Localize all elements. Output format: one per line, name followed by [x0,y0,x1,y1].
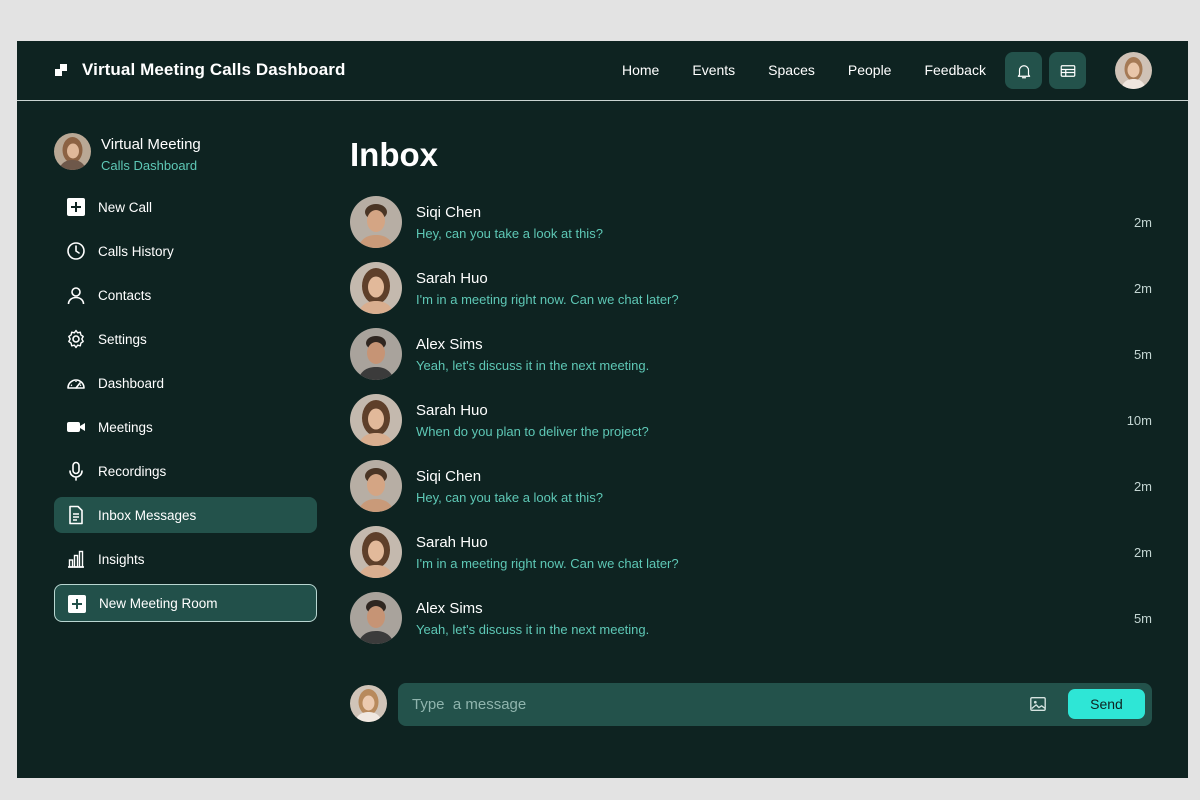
app-window: Virtual Meeting Calls Dashboard Home Eve… [17,41,1188,778]
sidebar-item-new-call[interactable]: New Call [54,189,317,225]
sidebar-item-meetings[interactable]: Meetings [54,409,317,445]
sidebar-item-label: Recordings [98,463,167,479]
user-avatar[interactable] [1115,52,1152,89]
list-item[interactable]: Sarah Huo When do you plan to deliver th… [350,394,1152,446]
sidebar-profile-name: Virtual Meeting [101,136,201,153]
message-time: 2m [1133,545,1152,560]
sidebar-avatar [54,133,91,170]
sidebar-item-dashboard[interactable]: Dashboard [54,365,317,401]
plus-square-icon [67,198,85,216]
message-sender: Alex Sims [416,336,483,353]
sidebar-item-label: Settings [98,331,147,347]
avatar [350,394,402,446]
app-title: Virtual Meeting Calls Dashboard [82,60,346,79]
message-preview: Hey, can you take a look at this? [416,490,603,505]
message-input[interactable] [412,683,992,726]
layout-button[interactable] [1049,52,1086,89]
sidebar-profile: Virtual Meeting Calls Dashboard [54,133,201,173]
gauge-icon [67,379,85,389]
avatar [350,196,402,248]
avatar [350,592,402,644]
image-icon [1030,697,1046,711]
sidebar-item-insights[interactable]: Insights [54,541,317,577]
top-bar: Virtual Meeting Calls Dashboard Home Eve… [17,41,1188,101]
message-composer: Send [398,683,1152,726]
message-preview: I'm in a meeting right now. Can we chat … [416,292,679,307]
nav-home[interactable]: Home [622,62,659,78]
plus-square-icon [68,595,86,613]
nav-people[interactable]: People [848,62,892,78]
new-meeting-room-button[interactable]: New Meeting Room [54,584,317,622]
list-item[interactable]: Alex Sims Yeah, let's discuss it in the … [350,592,1152,644]
sidebar-item-settings[interactable]: Settings [54,321,317,357]
sidebar-item-label: Inbox Messages [98,507,197,523]
sidebar-item-label: New Call [98,199,153,215]
avatar [350,328,402,380]
main-nav: Home Events Spaces People Feedback [622,62,1019,78]
user-icon [67,287,85,305]
message-sender: Alex Sims [416,600,483,617]
message-time: 10m [1126,413,1152,428]
list-item[interactable]: Siqi Chen Hey, can you take a look at th… [350,460,1152,512]
sidebar-item-label: Dashboard [98,375,165,391]
message-preview: Hey, can you take a look at this? [416,226,603,241]
message-sender: Siqi Chen [416,468,482,485]
message-preview: Yeah, let's discuss it in the next meeti… [416,358,650,373]
avatar [350,262,402,314]
avatar [350,460,402,512]
avatar [350,526,402,578]
message-list: Siqi Chen Hey, can you take a look at th… [350,196,1152,658]
message-sender: Siqi Chen [416,204,482,221]
message-sender: Sarah Huo [416,270,488,287]
bar-chart-icon [68,550,84,568]
nav-events[interactable]: Events [692,62,735,78]
sidebar-item-label: Calls History [98,243,174,259]
sidebar-item-label: Insights [98,551,145,567]
gear-icon [68,329,84,349]
composer-avatar [350,685,387,722]
sidebar-item-label: Contacts [98,287,152,303]
bell-icon [1017,64,1030,78]
message-sender: Sarah Huo [416,402,488,419]
nav-feedback[interactable]: Feedback [924,62,985,78]
list-item[interactable]: Siqi Chen Hey, can you take a look at th… [350,196,1152,248]
page-title: Inbox [350,136,438,173]
list-layout-icon [1060,64,1075,77]
message-time: 5m [1133,611,1152,626]
message-preview: Yeah, let's discuss it in the next meeti… [416,622,650,637]
send-button[interactable]: Send [1068,689,1145,719]
sidebar-item-recordings[interactable]: Recordings [54,453,317,489]
new-meeting-room-label: New Meeting Room [99,596,218,611]
message-time: 5m [1133,347,1152,362]
message-time: 2m [1133,215,1152,230]
sidebar-item-calls-history[interactable]: Calls History [54,233,317,269]
message-preview: I'm in a meeting right now. Can we chat … [416,556,679,571]
message-sender: Sarah Huo [416,534,488,551]
message-time: 2m [1133,479,1152,494]
message-preview: When do you plan to deliver the project? [416,424,649,439]
sidebar-item-contacts[interactable]: Contacts [54,277,317,313]
list-item[interactable]: Sarah Huo I'm in a meeting right now. Ca… [350,526,1152,578]
nav-spaces[interactable]: Spaces [768,62,815,78]
clock-icon [67,242,85,260]
message-time: 2m [1133,281,1152,296]
list-item[interactable]: Alex Sims Yeah, let's discuss it in the … [350,328,1152,380]
list-item[interactable]: Sarah Huo I'm in a meeting right now. Ca… [350,262,1152,314]
video-icon [67,422,85,432]
app-logo-icon [55,64,67,76]
sidebar-menu: New Call Calls History Contacts Settings [54,189,317,585]
attach-image-button[interactable] [1029,695,1047,713]
sidebar-item-inbox-messages[interactable]: Inbox Messages [54,497,317,533]
document-icon [69,505,83,525]
notifications-button[interactable] [1005,52,1042,89]
sidebar-item-label: Meetings [98,419,153,435]
sidebar-profile-subtitle: Calls Dashboard [101,158,198,173]
microphone-icon [69,461,83,481]
